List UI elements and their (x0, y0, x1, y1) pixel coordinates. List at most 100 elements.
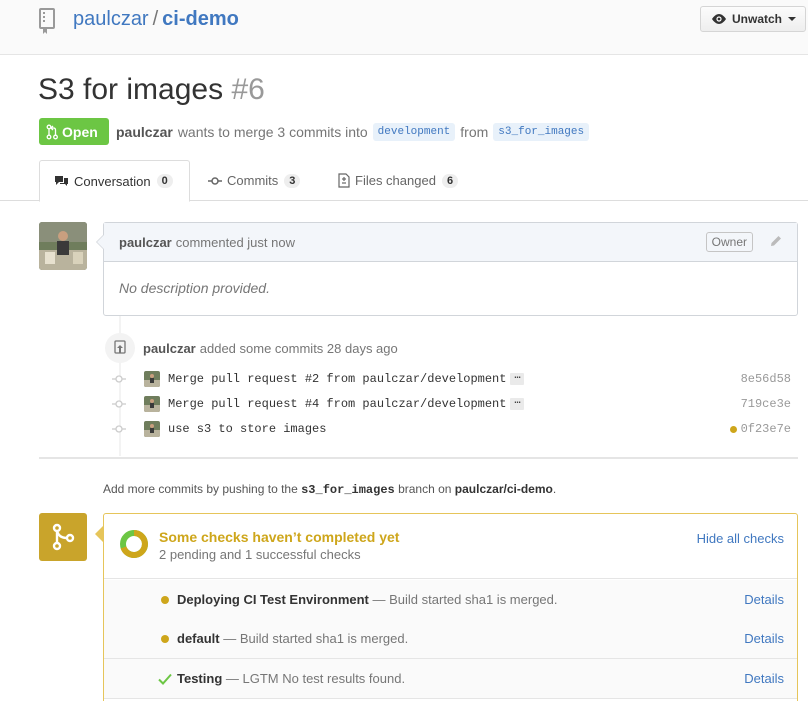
check-name: default (177, 631, 220, 646)
commit-sha: 0f23e7e (729, 422, 791, 436)
tab-commits[interactable]: Commits 3 (208, 160, 301, 201)
repo-title: paulczar / ci-demo (73, 8, 239, 31)
add-commits-hint: Add more commits by pushing to the s3_fo… (103, 482, 556, 497)
comment-caret (96, 234, 104, 250)
check-icon (158, 673, 172, 685)
check-name: Testing (177, 671, 223, 686)
check-text: Deploying CI Test Environment — Build st… (177, 592, 558, 607)
commit-avatar[interactable] (144, 371, 160, 387)
pr-title-text: S3 for images (38, 73, 224, 106)
check-text: default — Build started sha1 is merged. (177, 631, 408, 646)
pull-request-icon (46, 124, 58, 139)
pr-number: #6 (231, 73, 265, 106)
push-author-link[interactable]: paulczar (143, 341, 196, 356)
commit-sha-link[interactable]: 0f23e7e (741, 422, 791, 436)
chevron-down-icon (788, 17, 797, 21)
commit-message: Merge pull request #2 from paulczar/deve… (168, 371, 525, 386)
commit-message: use s3 to store images (168, 422, 326, 436)
state-label: Open (62, 123, 98, 140)
commit-sha-link[interactable]: 719ce3e (741, 397, 791, 411)
commit-row: use s3 to store images 0f23e7e (110, 420, 800, 440)
hide-all-checks-link[interactable]: Hide all checks (697, 531, 784, 546)
check-row: Deploying CI Test Environment — Build st… (104, 580, 797, 620)
comment-header: paulczar commented just now Owner (104, 223, 797, 262)
repo-separator: / (152, 8, 159, 30)
merge-status-box: Some checks haven’t completed yet 2 pend… (103, 513, 798, 701)
state-badge: Open (39, 118, 109, 145)
commit-message-link[interactable]: use s3 to store images (168, 422, 326, 436)
add-commits-prefix: Add more commits by pushing to the (103, 482, 298, 496)
pending-dot-icon (161, 635, 169, 643)
commit-sha-link[interactable]: 8e56d58 (741, 372, 791, 386)
git-commit-icon (112, 425, 126, 433)
repo-owner-link[interactable]: paulczar (73, 8, 149, 30)
tab-files-count: 6 (441, 173, 459, 188)
file-diff-icon (338, 173, 350, 188)
tab-conversation[interactable]: Conversation 0 (39, 160, 190, 202)
tab-conversation-label: Conversation (74, 173, 151, 189)
status-header: Some checks haven’t completed yet 2 pend… (104, 514, 797, 579)
add-commits-branch: s3_for_images (301, 483, 395, 497)
check-details-link[interactable]: Details (744, 592, 784, 607)
expand-ellipsis-button[interactable]: … (510, 396, 525, 410)
check-details-link[interactable]: Details (744, 671, 784, 686)
head-branch[interactable]: s3_for_images (493, 123, 590, 141)
pr-meta: paulczar wants to merge 3 commits into d… (116, 123, 594, 141)
pencil-icon[interactable] (769, 234, 783, 248)
expand-ellipsis-button[interactable]: … (510, 371, 525, 385)
git-commit-icon (208, 176, 222, 185)
pending-dot-icon (161, 596, 169, 604)
push-event: paulczar added some commits 28 days ago (143, 341, 398, 356)
comment-action: commented just now (175, 234, 295, 250)
comment-author-link[interactable]: paulczar (119, 235, 172, 250)
commit-message-link[interactable]: Merge pull request #2 from paulczar/deve… (168, 372, 506, 386)
tab-nav: Conversation 0 Commits 3 Files changed 6 (0, 160, 808, 202)
commit-avatar[interactable] (144, 396, 160, 412)
check-details-link[interactable]: Details (744, 631, 784, 646)
repo-name-link[interactable]: ci-demo (162, 8, 239, 30)
commit-sha: 719ce3e (741, 397, 791, 411)
timeline-divider (39, 457, 798, 459)
page-title: S3 for images #6 (38, 73, 265, 107)
add-commits-suffix: . (552, 482, 557, 496)
pending-status-dot[interactable] (729, 425, 737, 433)
add-commits-middle: branch on (398, 482, 452, 496)
unwatch-label: Unwatch (732, 12, 783, 26)
git-merge-icon (39, 513, 87, 561)
commit-row: Merge pull request #4 from paulczar/deve… (110, 395, 800, 415)
git-commit-icon (112, 400, 126, 408)
commit-avatar[interactable] (144, 421, 160, 437)
check-description: — Build started sha1 is merged. (223, 631, 409, 646)
push-event-text: added some commits 28 days ago (199, 341, 398, 356)
pr-author-link[interactable]: paulczar (116, 124, 173, 140)
status-subtitle: 2 pending and 1 successful checks (159, 547, 361, 562)
check-text: Testing — LGTM No test results found. (177, 671, 405, 686)
tab-files-changed[interactable]: Files changed 6 (338, 160, 459, 201)
commit-message: Merge pull request #4 from paulczar/deve… (168, 396, 525, 411)
comment-discussion-icon (55, 175, 68, 186)
avatar[interactable] (39, 222, 87, 270)
tab-commits-count: 3 (284, 173, 301, 188)
user-avatar-image (39, 222, 87, 270)
comment-box: paulczar commented just now Owner No des… (96, 222, 798, 316)
check-row: default — Build started sha1 is merged. … (104, 619, 797, 659)
pr-from-text: from (460, 124, 489, 140)
status-donut-icon (120, 530, 148, 558)
repo-push-icon (105, 333, 135, 363)
commit-sha: 8e56d58 (741, 372, 791, 386)
add-commits-repo: paulczar/ci-demo (454, 482, 553, 496)
base-branch[interactable]: development (372, 123, 456, 141)
tab-files-label: Files changed (355, 173, 436, 188)
tab-conversation-count: 0 (156, 174, 173, 188)
comment-body: No description provided. (119, 280, 270, 296)
commit-message-link[interactable]: Merge pull request #4 from paulczar/deve… (168, 397, 506, 411)
pr-merge-text: wants to merge 3 commits into (177, 124, 368, 140)
check-row: Testing — LGTM No test results found. De… (104, 659, 797, 699)
unwatch-button[interactable]: Unwatch (700, 6, 806, 32)
check-name: Deploying CI Test Environment (177, 592, 369, 607)
repo-icon (39, 8, 55, 34)
tab-commits-label: Commits (227, 173, 279, 188)
git-commit-icon (112, 375, 126, 383)
eye-icon (712, 14, 726, 24)
commit-row: Merge pull request #2 from paulczar/deve… (110, 370, 800, 390)
